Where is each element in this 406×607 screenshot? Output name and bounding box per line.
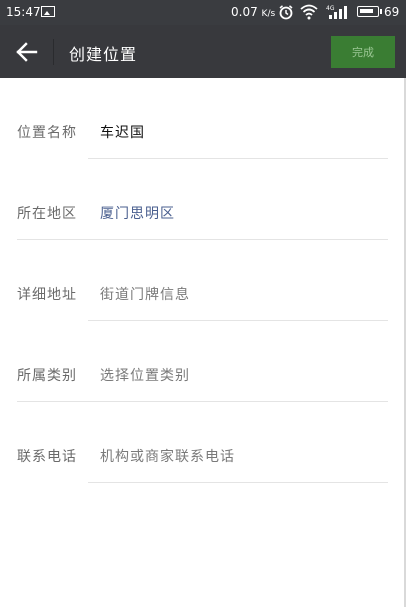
- status-time: 15:47: [6, 5, 41, 19]
- address-label: 详细地址: [17, 287, 77, 303]
- phone-label: 联系电话: [17, 449, 77, 465]
- signal-strength-icon: 4G: [326, 5, 347, 19]
- network-speed-unit: K/s: [261, 9, 276, 19]
- region-selector[interactable]: 厦门思明区: [100, 203, 175, 223]
- region-label: 所在地区: [17, 206, 77, 222]
- form-row-phone[interactable]: 联系电话 机构或商家联系电话: [0, 402, 406, 483]
- toolbar-divider: [53, 39, 54, 65]
- app-toolbar: 创建位置 完成: [0, 25, 406, 78]
- battery-level: 69: [384, 5, 400, 19]
- done-button[interactable]: 完成: [331, 36, 395, 68]
- battery-fill: [360, 9, 373, 13]
- form-row-location-name[interactable]: 位置名称 车迟国: [0, 78, 406, 159]
- location-name-input[interactable]: 车迟国: [100, 122, 145, 142]
- form-row-region[interactable]: 所在地区 厦门思明区: [0, 159, 406, 240]
- status-bar: 15:47 0.07 K/s 4G 69: [0, 0, 406, 25]
- category-label: 所属类别: [17, 368, 77, 384]
- network-speed-value: 0.07: [231, 5, 258, 19]
- back-arrow-icon[interactable]: [10, 35, 44, 69]
- row-divider: [88, 482, 388, 483]
- form-row-category[interactable]: 所属类别 选择位置类别: [0, 321, 406, 402]
- location-name-label: 位置名称: [17, 125, 77, 141]
- network-speed: 0.07 K/s: [231, 5, 275, 19]
- page-title: 创建位置: [69, 45, 138, 64]
- image-notification-icon: [41, 6, 55, 17]
- category-selector[interactable]: 选择位置类别: [100, 365, 190, 385]
- battery-icon: [357, 6, 379, 17]
- wifi-icon: [300, 4, 318, 20]
- battery-tip: [380, 9, 382, 14]
- form-row-address[interactable]: 详细地址 街道门牌信息: [0, 240, 406, 321]
- network-type: 4G: [326, 5, 335, 12]
- phone-input[interactable]: 机构或商家联系电话: [100, 446, 235, 466]
- alarm-clock-icon: [279, 5, 293, 20]
- address-input[interactable]: 街道门牌信息: [100, 284, 190, 304]
